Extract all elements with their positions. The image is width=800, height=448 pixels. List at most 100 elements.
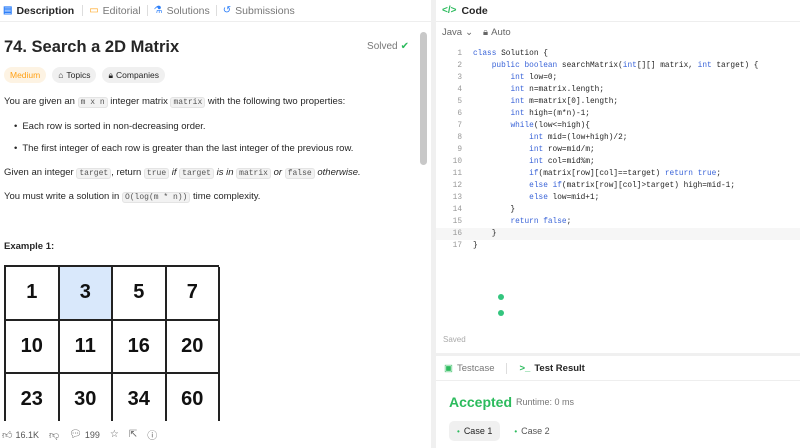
- comments-button[interactable]: 💬︎ 199: [69, 429, 100, 440]
- tag-row: Medium ⌂ Topics 🔒︎ Companies: [4, 67, 165, 83]
- line-number: 13: [452, 194, 462, 202]
- tag-icon: ⌂: [58, 70, 64, 80]
- keyword: int: [622, 62, 637, 70]
- code-text: int col=mid%m;: [529, 158, 595, 166]
- code-line[interactable]: 13 else low=mid+1;: [436, 192, 800, 204]
- like-button[interactable]: 👍︎ 16.1K: [2, 429, 39, 441]
- line-number: 2: [457, 62, 462, 70]
- saved-status: Saved: [443, 335, 466, 344]
- thumbs-down-icon: 👎︎: [48, 429, 60, 441]
- code-text: else low=mid+1;: [529, 194, 600, 202]
- inline-code: true: [143, 168, 170, 179]
- code-line[interactable]: 5 int m=matrix[0].length;: [436, 96, 800, 108]
- line-number: 14: [452, 206, 462, 214]
- dislike-button[interactable]: 👎︎: [49, 429, 59, 441]
- property-bullet-2: The first integer of each row is greater…: [14, 142, 353, 156]
- mode-label: Auto: [491, 26, 511, 38]
- code-line[interactable]: 17}: [436, 240, 800, 252]
- matrix-cell: 11: [59, 320, 113, 374]
- pass-dot-icon: •: [514, 426, 518, 436]
- line-number: 10: [452, 158, 462, 166]
- code-editor[interactable]: 1 class Solution {2 public boolean search…: [436, 48, 800, 298]
- line-number: 8: [457, 134, 462, 142]
- tab-editorial[interactable]: ▭ Editorial: [89, 5, 140, 17]
- test-result-label: Test Result: [534, 362, 585, 374]
- companies-label: Companies: [116, 70, 159, 80]
- code-line[interactable]: 12 else if(matrix[row][col]>target) high…: [436, 180, 800, 192]
- code-icon: </>: [442, 5, 457, 16]
- language-label: Java: [442, 26, 463, 38]
- matrix-cell: 16: [113, 320, 167, 374]
- keyword: true: [697, 170, 717, 178]
- auto-mode-toggle[interactable]: 🔒︎ Auto: [483, 27, 511, 38]
- code-panel: </> Code Java ⌄ 🔒︎ Auto 1 class Solution …: [436, 0, 800, 353]
- tab-solutions[interactable]: ⚗ Solutions: [154, 5, 210, 17]
- inline-code: false: [284, 168, 315, 179]
- comment-count: 199: [84, 429, 100, 440]
- line-number: 11: [452, 170, 462, 178]
- inline-code: matrix: [170, 97, 206, 108]
- scrollbar-thumb[interactable]: [420, 32, 427, 165]
- case-1-label: Case 1: [463, 426, 493, 436]
- tab-testcase[interactable]: ▣ Testcase: [444, 363, 494, 374]
- inline-code: target: [76, 168, 112, 179]
- code-line[interactable]: 9 int row=mid/m;: [436, 144, 800, 156]
- case-1-button[interactable]: • Case 1: [449, 421, 501, 441]
- line-number: 1: [457, 50, 462, 58]
- matrix-cell: 3: [59, 267, 113, 321]
- share-button[interactable]: ⇱: [129, 429, 137, 440]
- text: You must write a solution in: [4, 191, 120, 202]
- code-text: public boolean searchMatrix(int[][] matr…: [491, 62, 759, 70]
- app-root: ▤ Description ▭ Editorial ⚗ Solutions ↺ …: [0, 0, 800, 448]
- matrix-cell: 60: [166, 374, 220, 428]
- runtime-label: Runtime: 0 ms: [516, 397, 575, 407]
- text: or: [273, 167, 283, 178]
- code-line[interactable]: 3 int low=0;: [436, 72, 800, 84]
- code-line[interactable]: 1 class Solution {: [436, 48, 800, 60]
- tab-description[interactable]: ▤ Description: [3, 5, 74, 17]
- tab-submissions[interactable]: ↺ Submissions: [223, 5, 295, 17]
- code-line[interactable]: 6 int high=(m*n)-1;: [436, 108, 800, 120]
- solutions-icon: ⚗: [153, 5, 163, 16]
- code-line[interactable]: 8 int mid=(low+high)/2;: [436, 132, 800, 144]
- matrix-cell: 23: [6, 374, 60, 428]
- text: You are given an: [4, 96, 75, 107]
- keyword: int: [697, 62, 712, 70]
- code-line[interactable]: 10 int col=mid%m;: [436, 156, 800, 168]
- code-line[interactable]: 16 }: [436, 228, 800, 240]
- help-button[interactable]: ⓘ: [147, 427, 157, 442]
- title-row: 74. Search a 2D Matrix Solved ✔: [4, 38, 409, 58]
- example-matrix: 1 3 5 7 10 11 16 20 23 30 34 60: [4, 265, 220, 428]
- topics-button[interactable]: ⌂ Topics: [52, 67, 97, 83]
- check-circle-icon: ✔: [400, 41, 409, 52]
- tab-test-result[interactable]: >_ Test Result: [519, 363, 584, 374]
- companies-button[interactable]: 🔒︎ Companies: [102, 67, 165, 83]
- problem-action-bar: 👍︎ 16.1K 👎︎ 💬︎ 199 ☆ ⇱ ⓘ: [0, 421, 431, 448]
- line-number: 6: [457, 110, 462, 118]
- problem-title[interactable]: 74. Search a 2D Matrix: [4, 38, 179, 57]
- code-text: int row=mid/m;: [529, 146, 595, 154]
- favorite-button[interactable]: ☆: [110, 429, 119, 440]
- language-select[interactable]: Java ⌄: [442, 27, 473, 38]
- keyword: boolean: [524, 62, 558, 70]
- code-text: }: [473, 230, 497, 238]
- code-line[interactable]: 11 if(matrix[row][col]==target) return t…: [436, 168, 800, 180]
- matrix-cell: 10: [6, 320, 60, 374]
- text: if: [171, 167, 177, 178]
- keyword: class: [473, 50, 497, 58]
- code-line[interactable]: 15 return false;: [436, 216, 800, 228]
- code-line[interactable]: 2 public boolean searchMatrix(int[][] ma…: [436, 60, 800, 72]
- tab-divider: [506, 362, 508, 374]
- code-toolbar: Java ⌄ 🔒︎ Auto: [436, 22, 800, 42]
- text: time complexity.: [193, 191, 261, 202]
- code-text: else if(matrix[row][col]>target) high=mi…: [529, 182, 736, 190]
- matrix-cell: 1: [6, 267, 60, 321]
- keyword: int: [529, 146, 544, 154]
- code-line[interactable]: 4 int n=matrix.length;: [436, 84, 800, 96]
- text: integer matrix: [110, 96, 168, 107]
- code-line[interactable]: 7 while(low<=high){: [436, 120, 800, 132]
- submissions-icon: ↺: [222, 5, 232, 16]
- code-line[interactable]: 14 }: [436, 204, 800, 216]
- case-2-button[interactable]: • Case 2: [506, 421, 557, 441]
- keyword: false: [543, 218, 567, 226]
